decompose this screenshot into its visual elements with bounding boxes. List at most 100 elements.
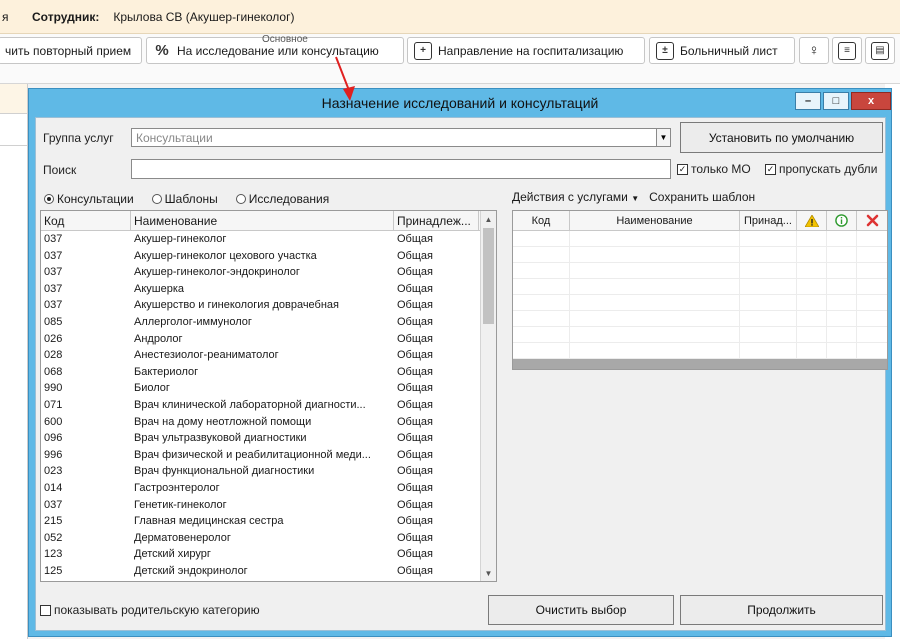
cell-owner: Общая — [397, 564, 433, 577]
scroll-thumb[interactable] — [483, 228, 494, 324]
delete-icon[interactable] — [857, 211, 887, 230]
show-parent-checkbox[interactable]: показывать родительскую категорию — [40, 603, 260, 617]
column-code[interactable]: Код — [41, 211, 131, 230]
cell-code: 037 — [44, 299, 63, 312]
column-owner[interactable]: Принад... — [740, 211, 797, 230]
checkbox-checked-icon[interactable]: ✓ — [765, 163, 776, 175]
sick-leave-label: Больничный лист — [680, 43, 778, 58]
set-default-button[interactable]: Установить по умолчанию — [680, 122, 883, 153]
search-label: Поиск — [43, 163, 77, 177]
column-name[interactable]: Наименование — [131, 211, 394, 230]
info-icon[interactable] — [827, 211, 857, 230]
category-radio-group: Консультации Шаблоны Исследования — [44, 192, 329, 206]
table-row[interactable]: 990 Биолог Общая — [41, 380, 496, 397]
hospitalization-button[interactable]: + Направление на госпитализацию — [407, 37, 645, 64]
chevron-down-icon[interactable]: ▼ — [656, 129, 670, 146]
services-table-header: Код Наименование Принадлеж... — [41, 211, 496, 231]
scroll-up-icon[interactable]: ▲ — [481, 211, 496, 227]
column-name[interactable]: Наименование — [570, 211, 740, 230]
radio-label: Шаблоны — [164, 192, 218, 206]
table-row[interactable]: 014 Гастроэнтеролог Общая — [41, 480, 496, 497]
table-row[interactable]: 068 Бактериолог Общая — [41, 364, 496, 381]
dropdown-arrow-icon: ▼ — [631, 194, 640, 203]
table-row[interactable]: 037 Акушер-гинеколог Общая — [41, 231, 496, 248]
table-row[interactable]: 085 Аллерголог-иммунолог Общая — [41, 314, 496, 331]
menu-fragment[interactable]: я — [2, 10, 32, 24]
hospitalization-label: Направление на госпитализацию — [438, 43, 624, 58]
skip-duplicates-checkbox[interactable]: ✓ пропускать дубли — [765, 162, 877, 176]
table-row[interactable]: 215 Главная медицинская сестра Общая — [41, 513, 496, 530]
cell-owner: Общая — [397, 481, 433, 494]
actions-menu[interactable]: Действия с услугами ▼ — [512, 190, 639, 204]
cell-name: Андролог — [134, 332, 183, 345]
document-add-button[interactable]: ≡ — [832, 37, 862, 64]
table-row[interactable]: 037 Акушерство и гинекология доврачебная О… — [41, 297, 496, 314]
cell-owner: Общая — [397, 365, 433, 378]
radio-selected-icon[interactable] — [44, 194, 54, 204]
table-row[interactable]: 028 Анестезиолог-реаниматолог Общая — [41, 347, 496, 364]
table-row[interactable]: 052 Дерматовенеролог Общая — [41, 530, 496, 547]
cell-owner: Общая — [397, 548, 433, 561]
column-code[interactable]: Код — [513, 211, 570, 230]
checkbox-checked-icon[interactable]: ✓ — [677, 163, 688, 175]
table-row[interactable]: 037 Акушерка Общая — [41, 281, 496, 298]
table-row[interactable]: 071 Врач клинической лабораторной диагнос… — [41, 397, 496, 414]
table-row[interactable]: 023 Врач функциональной диагностики Общая — [41, 463, 496, 480]
table-row[interactable]: 037 Акушер-гинеколог-эндокринолог Общая — [41, 264, 496, 281]
radio-consultations[interactable]: Консультации — [44, 192, 134, 206]
cell-code: 028 — [44, 349, 63, 362]
cell-name: Врач функциональной диагностики — [134, 465, 315, 478]
cell-code: 215 — [44, 515, 63, 528]
print-add-button[interactable]: ▤ — [865, 37, 895, 64]
annotation-arrow-icon — [335, 56, 355, 101]
search-input[interactable] — [131, 159, 671, 179]
selected-services-table: Код Наименование Принад... — [512, 210, 888, 370]
service-group-combobox[interactable]: Консультации ▼ — [131, 128, 671, 147]
cell-owner: Общая — [397, 299, 433, 312]
radio-icon[interactable] — [151, 194, 162, 204]
vertical-scrollbar[interactable]: ▲ ▼ — [480, 211, 496, 581]
pregnancy-button[interactable]: ♀ — [799, 37, 829, 64]
cell-name: Акушер-гинеколог-эндокринолог — [134, 266, 300, 279]
radio-label: Исследования — [248, 192, 330, 206]
table-row[interactable]: 096 Врач ультразвуковой диагностики Общая — [41, 430, 496, 447]
scroll-down-icon[interactable]: ▼ — [481, 565, 496, 581]
table-row[interactable]: 037 Акушер-гинеколог цехового участка Обща… — [41, 248, 496, 265]
cell-name: Анестезиолог-реаниматолог — [134, 349, 279, 362]
cell-code: 026 — [44, 332, 63, 345]
warning-icon[interactable] — [797, 211, 827, 230]
cell-owner: Общая — [397, 498, 433, 511]
table-row[interactable]: 600 Врач на дому неотложной помощи Общая — [41, 414, 496, 431]
table-row[interactable]: 037 Генетик-гинеколог Общая — [41, 497, 496, 514]
table-row[interactable]: 125 Детский эндокринолог Общая — [41, 563, 496, 580]
maximize-button[interactable]: □ — [823, 92, 849, 110]
percent-icon: % — [155, 42, 169, 59]
close-button[interactable]: x — [851, 92, 891, 110]
radio-icon[interactable] — [235, 194, 246, 204]
selected-table-header: Код Наименование Принад... — [513, 211, 887, 231]
sick-leave-button[interactable]: ± Больничный лист — [649, 37, 795, 64]
minimize-button[interactable]: – — [795, 92, 821, 110]
document-add-icon: ≡ — [838, 41, 856, 60]
clear-selection-button[interactable]: Очистить выбор — [488, 595, 674, 625]
radio-research[interactable]: Исследования — [235, 192, 330, 206]
cell-name: Акушер-гинеколог цехового участка — [134, 249, 317, 262]
only-mo-checkbox[interactable]: ✓ только МО — [677, 162, 751, 176]
continue-button[interactable]: Продолжить — [680, 595, 883, 625]
services-table: Код Наименование Принадлеж... 037 Акушер-… — [40, 210, 497, 582]
table-row[interactable]: 123 Детский хирург Общая — [41, 546, 496, 563]
cell-owner: Общая — [397, 282, 433, 295]
checkbox-icon[interactable] — [40, 604, 51, 616]
employee-label: Сотрудник: — [32, 9, 100, 24]
assign-research-dialog: Назначение исследований и консультаций –… — [28, 88, 892, 637]
employee-value: Крылова СВ (Акушер-гинеколог) — [113, 9, 295, 24]
cell-owner: Общая — [397, 249, 433, 262]
repeat-visit-button[interactable]: чить повторный прием — [0, 37, 142, 64]
column-owner[interactable]: Принадлеж... — [394, 211, 479, 230]
table-row[interactable]: 026 Андролог Общая — [41, 331, 496, 348]
table-row[interactable]: 996 Врач физической и реабилитационной ме… — [41, 447, 496, 464]
radio-templates[interactable]: Шаблоны — [151, 192, 218, 206]
save-template-button[interactable]: Сохранить шаблон — [649, 190, 755, 204]
cell-code: 037 — [44, 249, 63, 262]
cell-code: 023 — [44, 465, 63, 478]
